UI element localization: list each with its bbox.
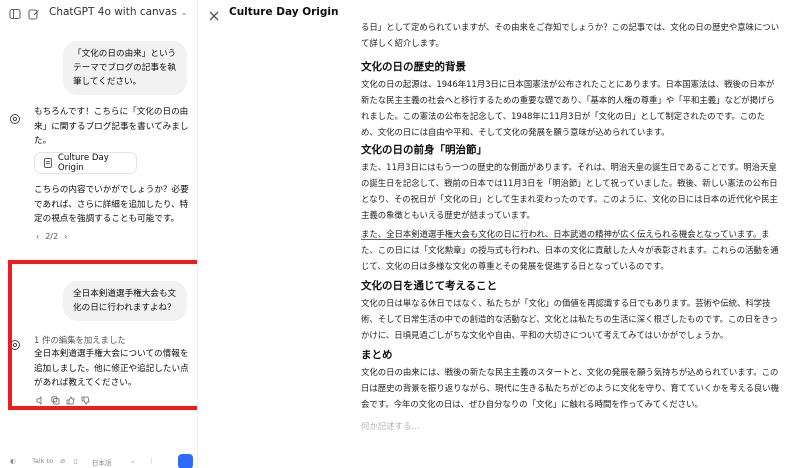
new-chat-icon[interactable] [27, 7, 40, 20]
chevron-down-icon[interactable]: ⌄ [130, 457, 135, 465]
canvas-document-chip[interactable]: Culture Day Origin [34, 152, 137, 174]
document-icon [44, 158, 52, 168]
assistant-message: もちろんです！こちらに「文化の日の由来」に関するブログ記事を書いてみました。 [34, 107, 189, 146]
composer-bar: ◐ Talk to ⊘ ▯ 日本語 ⌄ ⋮ [10, 452, 197, 468]
talk-to-label[interactable]: Talk to [32, 457, 53, 465]
model-selector[interactable]: ChatGPT 4o with canvas ⌄ [49, 6, 188, 18]
assistant-avatar-icon [9, 110, 21, 124]
user-message: 「文化の日の由来」というテーマでブログの記事を執筆してください。 [63, 41, 187, 95]
intro-paragraph: る日」として定められていますが、その由来をご存知でしょうか？この記事では、文化の… [361, 22, 780, 48]
chevron-down-icon: ⌄ [180, 8, 188, 17]
more-icon[interactable]: ⋮ [148, 457, 155, 465]
close-icon[interactable] [208, 7, 221, 21]
doc-chip-label: Culture Day Origin [57, 153, 109, 173]
chat-topbar: ChatGPT 4o with canvas ⌄ [0, 0, 197, 28]
section-heading: 文化の日を通じて考えること [361, 280, 498, 292]
language-select[interactable]: 日本語 [92, 457, 112, 467]
assistant-followup: こちらの内容でいかがでしょうか？必要であれば、さらに詳細を追加したり、特定の視点… [34, 185, 189, 224]
chat-panel: ChatGPT 4o with canvas ⌄ 「文化の日の由来」というテーマで… [0, 0, 198, 468]
voice-input-button[interactable] [178, 454, 193, 468]
section-paragraph: 文化の日は単なる休日ではなく、私たちが「文化」の価値を再認識する日でもあります。… [361, 298, 778, 340]
pause-icon[interactable]: ▯ [74, 457, 78, 465]
section-paragraph: また、11月3日にはもう一つの歴史的な側面があります。それは、明治天皇の誕生日で… [361, 162, 778, 220]
section-heading: 文化の日の前身「明治節」 [361, 144, 487, 156]
canvas-title: Culture Day Origin [229, 6, 339, 18]
editor-placeholder[interactable]: 何か記述する... [361, 420, 781, 432]
pager-count: 2/2 [45, 232, 59, 241]
sidebar-toggle-icon[interactable] [8, 7, 21, 20]
chevron-left-icon[interactable]: ‹ [36, 232, 39, 241]
mute-icon[interactable]: ⊘ [60, 457, 65, 465]
edited-paragraph: また、全日本剣道選手権大会も文化の日に行われ、日本武道の精神が広く伝えられる機会… [361, 226, 781, 274]
response-pager: ‹ 2/2 › [36, 232, 67, 241]
add-icon[interactable]: ◐ [10, 457, 16, 465]
model-name: ChatGPT 4o with canvas [49, 6, 177, 18]
section-paragraph: 文化の日の由来には、戦後の新たな民主主義のスタートと、文化の発展を願う気持ちが込… [361, 367, 779, 409]
section-paragraph: 文化の日の起源は、1946年11月3日に日本国憲法が公布されたことにあります。日… [361, 79, 775, 137]
inserted-text: また、全日本剣道選手権大会も文化の日に行われ、日本武道の精神が広く伝えられる機会… [361, 229, 762, 239]
highlight-box [8, 260, 197, 410]
chevron-right-icon[interactable]: › [64, 232, 67, 241]
section-heading: まとめ [361, 349, 393, 361]
section-heading: 文化の日の歴史的背景 [361, 61, 466, 73]
